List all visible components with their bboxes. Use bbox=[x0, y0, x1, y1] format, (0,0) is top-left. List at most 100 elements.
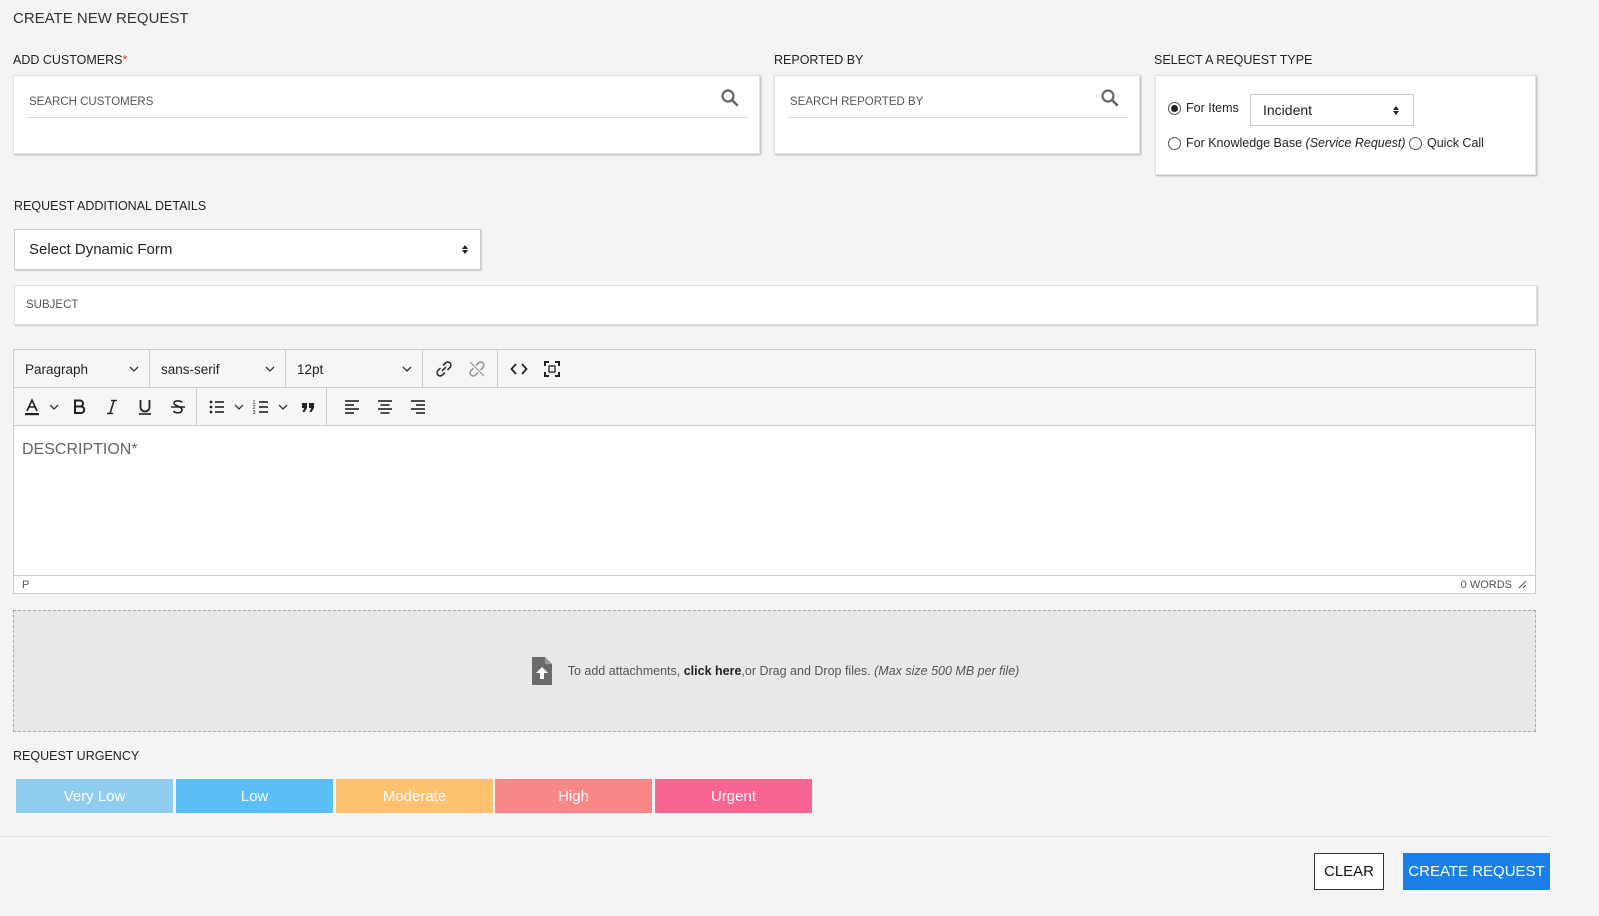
source-code-icon bbox=[509, 363, 528, 375]
element-path: P bbox=[22, 578, 30, 591]
additional-details-label: REQUEST ADDITIONAL DETAILS bbox=[14, 199, 207, 213]
customers-card bbox=[13, 75, 760, 154]
bullet-list-dropdown[interactable] bbox=[231, 392, 247, 422]
search-icon[interactable] bbox=[720, 88, 740, 108]
numbered-list-button[interactable]: 123 bbox=[247, 392, 275, 422]
search-reported-by-input[interactable] bbox=[788, 89, 1100, 108]
align-center-button[interactable] bbox=[368, 392, 401, 422]
subject-field-wrapper bbox=[14, 285, 1537, 325]
option-quick-call[interactable]: Quick Call bbox=[1409, 136, 1484, 150]
option-quick-call-label: Quick Call bbox=[1427, 136, 1484, 150]
customers-search-row bbox=[27, 80, 748, 118]
option-knowledge-base[interactable]: For Knowledge Base (Service Request) bbox=[1168, 136, 1406, 150]
urgency-label: REQUEST URGENCY bbox=[13, 749, 140, 763]
align-right-button[interactable] bbox=[401, 392, 434, 422]
link-icon bbox=[435, 361, 452, 377]
bullet-list-icon bbox=[209, 400, 224, 413]
underline-button[interactable] bbox=[128, 392, 161, 422]
request-type-select-value: Incident bbox=[1263, 102, 1313, 118]
reported-by-search-row bbox=[788, 80, 1128, 118]
urgency-urgent-button[interactable]: Urgent bbox=[655, 779, 812, 813]
numbered-list-icon: 123 bbox=[253, 400, 268, 416]
customers-label: ADD CUSTOMERS* bbox=[13, 53, 127, 67]
resize-handle-icon[interactable] bbox=[1518, 580, 1527, 589]
strikethrough-icon bbox=[170, 399, 185, 414]
attachment-dropzone[interactable]: To add attachments, click here,or Drag a… bbox=[13, 610, 1536, 732]
blockquote-button[interactable] bbox=[291, 392, 324, 422]
attachment-text: To add attachments, click here,or Drag a… bbox=[568, 664, 1020, 678]
align-left-icon bbox=[344, 399, 359, 414]
required-mark: * bbox=[122, 53, 128, 67]
description-placeholder: DESCRIPTION* bbox=[22, 441, 138, 458]
font-size-value: 12pt bbox=[297, 361, 324, 377]
insert-link-button[interactable] bbox=[427, 354, 460, 384]
request-type-select[interactable]: Incident bbox=[1250, 94, 1414, 126]
bullet-list-button[interactable] bbox=[203, 392, 231, 422]
align-left-button[interactable] bbox=[335, 392, 368, 422]
description-editor: Paragraph sans-serif 12pt 1 2 3 DESCRIPT… bbox=[13, 349, 1536, 594]
word-count: 0 WORDS bbox=[1460, 578, 1512, 591]
reported-by-label: REPORTED BY bbox=[774, 53, 864, 67]
page-title: CREATE NEW REQUEST bbox=[13, 10, 189, 27]
fullscreen-button[interactable] bbox=[535, 354, 568, 384]
format-group bbox=[14, 387, 197, 426]
request-type-label: SELECT A REQUEST TYPE bbox=[1154, 53, 1313, 67]
search-customers-input[interactable] bbox=[27, 89, 720, 108]
search-icon[interactable] bbox=[1100, 88, 1120, 108]
service-request-note: (Service Request) bbox=[1305, 136, 1406, 150]
chevron-down-icon bbox=[129, 366, 139, 372]
bold-button[interactable] bbox=[62, 392, 95, 422]
chevron-down-icon bbox=[234, 404, 244, 410]
block-format-select[interactable]: Paragraph bbox=[14, 350, 150, 388]
clear-button[interactable]: CLEAR bbox=[1314, 853, 1384, 890]
view-group bbox=[498, 350, 572, 388]
numbered-list-dropdown[interactable] bbox=[275, 392, 291, 422]
reported-by-card bbox=[774, 75, 1140, 154]
footer-divider bbox=[0, 836, 1550, 837]
create-request-button[interactable]: CREATE REQUEST bbox=[1403, 853, 1550, 890]
request-type-card: For Items Incident For Knowledge Base (S… bbox=[1155, 75, 1536, 175]
subject-input[interactable] bbox=[15, 286, 1536, 324]
file-upload-icon bbox=[531, 657, 552, 685]
dynamic-form-select[interactable]: Select Dynamic Form bbox=[14, 229, 481, 270]
urgency-low-button[interactable]: Low bbox=[176, 779, 333, 813]
list-group: 123 bbox=[197, 387, 327, 426]
italic-icon bbox=[106, 399, 117, 414]
option-for-items-label: For Items bbox=[1186, 101, 1239, 115]
option-for-items[interactable]: For Items bbox=[1168, 101, 1239, 115]
chevron-down-icon bbox=[278, 404, 288, 410]
attachment-middle: ,or Drag and Drop files. bbox=[741, 664, 875, 678]
chevron-down-icon bbox=[402, 366, 412, 372]
align-group bbox=[327, 388, 438, 426]
italic-button[interactable] bbox=[95, 392, 128, 422]
chevron-down-icon bbox=[49, 404, 59, 410]
editor-statusbar: P 0 WORDS bbox=[14, 575, 1535, 593]
description-input[interactable]: DESCRIPTION* bbox=[14, 427, 1535, 577]
font-family-select[interactable]: sans-serif bbox=[150, 350, 286, 388]
align-center-icon bbox=[377, 399, 392, 414]
radio-for-items[interactable] bbox=[1168, 101, 1181, 115]
urgency-moderate-button[interactable]: Moderate bbox=[336, 779, 493, 813]
strikethrough-button[interactable] bbox=[161, 392, 194, 422]
urgency-very-low-button[interactable]: Very Low bbox=[16, 779, 173, 813]
font-size-select[interactable]: 12pt bbox=[286, 350, 423, 388]
dynamic-form-select-value: Select Dynamic Form bbox=[29, 241, 173, 258]
text-color-dropdown[interactable] bbox=[46, 392, 62, 422]
font-family-value: sans-serif bbox=[161, 361, 220, 377]
customers-label-text: ADD CUSTOMERS bbox=[13, 53, 123, 67]
align-right-icon bbox=[410, 399, 425, 414]
source-code-button[interactable] bbox=[502, 354, 535, 384]
text-color-button[interactable] bbox=[18, 392, 46, 422]
urgency-high-button[interactable]: High bbox=[495, 779, 652, 813]
chevron-down-icon bbox=[265, 366, 275, 372]
radio-knowledge-base[interactable] bbox=[1168, 136, 1181, 150]
editor-toolbar-row1: Paragraph sans-serif 12pt bbox=[14, 350, 1535, 388]
bold-icon bbox=[73, 399, 85, 414]
option-knowledge-base-label: For Knowledge Base bbox=[1186, 136, 1303, 150]
attachment-click-here-link[interactable]: click here bbox=[684, 664, 742, 678]
svg-text:3: 3 bbox=[253, 410, 256, 416]
remove-link-button[interactable] bbox=[460, 354, 493, 384]
select-arrows-icon bbox=[1393, 105, 1399, 115]
block-format-value: Paragraph bbox=[25, 361, 89, 377]
radio-quick-call[interactable] bbox=[1409, 136, 1422, 150]
